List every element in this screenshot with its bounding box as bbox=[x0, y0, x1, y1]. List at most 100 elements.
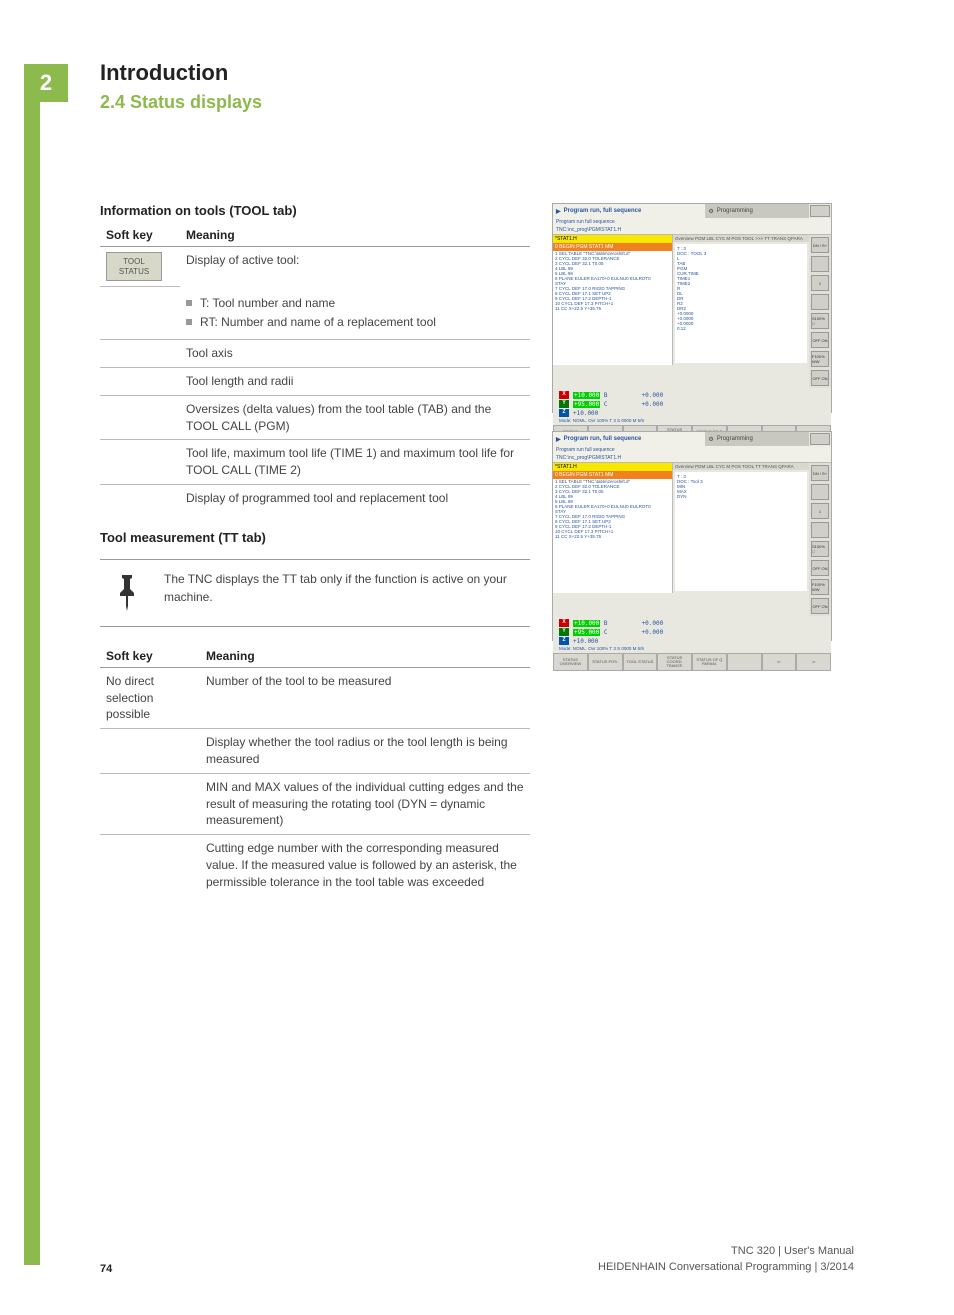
axis-c-val: +0.000 bbox=[642, 401, 664, 408]
ss2-orange: 0 BEGIN PGM STAT1 MM bbox=[553, 471, 672, 479]
tt-row4: Cutting edge number with the correspondi… bbox=[200, 835, 530, 896]
tt-softkey-text: No direct selection possible bbox=[100, 667, 200, 728]
tt-row3: MIN and MAX values of the individual cut… bbox=[200, 773, 530, 834]
page-number: 74 bbox=[100, 1263, 112, 1275]
bottom-softkey[interactable]: TOOL STATUS bbox=[623, 653, 658, 671]
axis-y-val: +95.000 bbox=[573, 401, 600, 408]
row5: Tool life, maximum tool life (TIME 1) an… bbox=[180, 440, 530, 485]
side-softkey[interactable]: OFF ON bbox=[811, 560, 829, 576]
tt-row2: Display whether the tool radius or the t… bbox=[200, 729, 530, 774]
ss2-title-right: Programming bbox=[717, 436, 753, 442]
axis-b-val: +0.000 bbox=[642, 620, 664, 627]
bottom-softkey[interactable] bbox=[727, 653, 762, 671]
side-softkey[interactable]: DN / S+ bbox=[811, 465, 829, 481]
col-meaning: Meaning bbox=[180, 224, 530, 247]
axis-y-label: Y bbox=[559, 400, 569, 408]
chapter-title: Introduction bbox=[100, 60, 854, 86]
side-softkey[interactable]: S100% □ bbox=[811, 313, 829, 329]
side-softkey[interactable] bbox=[811, 484, 829, 500]
col-softkey: Soft key bbox=[100, 645, 200, 668]
bottom-softkey[interactable]: STATUS OF Q PARAM. bbox=[692, 653, 727, 671]
info-line: DYN bbox=[677, 494, 805, 499]
ss1-yellow: *STAT1.H bbox=[553, 235, 672, 243]
ss1-axes: X+10.000 B+0.000 Y+95.000 C+0.000 Z+10.0… bbox=[553, 388, 831, 425]
row1-b2: RT: Number and name of a replacement too… bbox=[200, 314, 436, 331]
side-softkey[interactable]: DN / S+ bbox=[811, 237, 829, 253]
cnc-screenshot-tt: ▶Program run, full sequence ⚙Programming… bbox=[552, 431, 832, 641]
tt-row1: Number of the tool to be measured bbox=[200, 667, 530, 728]
bottom-softkey[interactable]: ⇐ bbox=[762, 653, 797, 671]
pushpin-icon bbox=[104, 570, 150, 616]
tt-tab-table: Soft key Meaning No direct selection pos… bbox=[100, 645, 530, 896]
axis-x-val: +10.000 bbox=[573, 620, 600, 627]
side-softkey[interactable]: 1 bbox=[811, 503, 829, 519]
ss2-bottom-softkeys: STATUS OVERVIEWSTATUS POS.TOOL STATUSSTA… bbox=[553, 653, 831, 671]
ss2-status: Mode: NOML. Ovr 100% T 3 S 0000 M 5/9 bbox=[559, 646, 825, 651]
side-softkey[interactable] bbox=[811, 294, 829, 310]
ss2-subtitle: Program run full sequence bbox=[553, 446, 831, 454]
bottom-softkey[interactable]: STATUS POS. bbox=[588, 653, 623, 671]
side-softkey[interactable] bbox=[811, 256, 829, 272]
section-title: 2.4 Status displays bbox=[100, 92, 854, 113]
ss2-path: TNC:\nc_prog\PGM\STAT1.H bbox=[553, 454, 831, 463]
ss1-side-buttons: DN / S+ 1 S100% □ OFF ON F100% WW OFF ON bbox=[809, 235, 831, 388]
side-softkey[interactable]: 1 bbox=[811, 275, 829, 291]
program-line: 11 CC X+22.5 Y+35.75 bbox=[553, 306, 672, 311]
ss1-program: *STAT1.H 0 BEGIN PGM STAT1 MM 1 SEL TABL… bbox=[553, 235, 673, 365]
axis-z-label: Z bbox=[559, 409, 569, 417]
axis-y-val: +95.000 bbox=[573, 629, 600, 636]
ss1-subtitle: Program run full sequence bbox=[553, 218, 831, 226]
ss2-tabs[interactable]: Overview PGM LBL CYC M POS TOOL TT TRANS… bbox=[673, 463, 809, 470]
ss-header-btn[interactable] bbox=[810, 433, 830, 445]
ss2-axes: X+10.000 B+0.000 Y+95.000 C+0.000 Z+10.0… bbox=[553, 616, 831, 653]
note-text: The TNC displays the TT tab only if the … bbox=[164, 570, 526, 606]
note-box: The TNC displays the TT tab only if the … bbox=[100, 559, 530, 627]
tool-status-softkey[interactable]: TOOL STATUS bbox=[106, 252, 162, 281]
ss2-info: T : 3DOC : Tool 3MINMAXDYN bbox=[675, 472, 807, 591]
side-softkey[interactable] bbox=[811, 522, 829, 538]
play-icon: ▶ bbox=[556, 208, 561, 215]
ss2-yellow: *STAT1.H bbox=[553, 463, 672, 471]
axis-b-val: +0.000 bbox=[642, 392, 664, 399]
axis-x-val: +10.000 bbox=[573, 392, 600, 399]
footer-line1: TNC 320 | User's Manual bbox=[598, 1244, 854, 1259]
tt-tab-heading: Tool measurement (TT tab) bbox=[100, 530, 530, 545]
side-softkey[interactable]: S100% □ bbox=[811, 541, 829, 557]
ss1-title-right: Programming bbox=[717, 208, 753, 214]
info-line: 0:12 bbox=[677, 326, 805, 331]
side-softkey[interactable]: OFF ON bbox=[811, 370, 829, 386]
tool-tab-table: Soft key Meaning TOOL STATUS Display of … bbox=[100, 224, 530, 512]
ss-header-btn[interactable] bbox=[810, 205, 830, 217]
ss1-orange: 0 BEGIN PGM STAT1 MM bbox=[553, 243, 672, 251]
program-line: 11 CC X+22.5 Y+35.75 bbox=[553, 534, 672, 539]
side-softkey[interactable]: F100% WW bbox=[811, 351, 829, 367]
col-meaning: Meaning bbox=[200, 645, 530, 668]
axis-z-label: Z bbox=[559, 637, 569, 645]
bottom-softkey[interactable]: STATUS OVERVIEW bbox=[553, 653, 588, 671]
side-softkey[interactable]: F100% WW bbox=[811, 579, 829, 595]
side-softkey[interactable]: OFF ON bbox=[811, 598, 829, 614]
tool-tab-heading: Information on tools (TOOL tab) bbox=[100, 203, 530, 218]
axis-y-label: Y bbox=[559, 628, 569, 636]
page-footer: 74 TNC 320 | User's Manual HEIDENHAIN Co… bbox=[100, 1244, 854, 1275]
gear-icon: ⚙ bbox=[708, 436, 713, 443]
side-softkey[interactable]: OFF ON bbox=[811, 332, 829, 348]
ss1-tabs[interactable]: Overview PGM LBL CYC M POS TOOL >>> TT T… bbox=[673, 235, 809, 242]
axis-x-label: X bbox=[559, 619, 569, 627]
ss2-side-buttons: DN / S+ 1 S100% □ OFF ON F100% WW OFF ON bbox=[809, 463, 831, 616]
row6: Display of programmed tool and replaceme… bbox=[180, 485, 530, 512]
bottom-softkey[interactable]: ⇒ bbox=[796, 653, 831, 671]
axis-c-val: +0.000 bbox=[642, 629, 664, 636]
ss1-info: T : 3DOC : TOOL 3LTABPGMCUR.TIMETIME1TIM… bbox=[675, 244, 807, 363]
bottom-softkey[interactable]: STATUS COORD. TRANSF. bbox=[657, 653, 692, 671]
play-icon: ▶ bbox=[556, 436, 561, 443]
axis-x-label: X bbox=[559, 391, 569, 399]
chapter-tab: 2 bbox=[24, 64, 68, 102]
ss1-title-left: Program run, full sequence bbox=[564, 208, 642, 214]
row1-b1: T: Tool number and name bbox=[200, 295, 335, 312]
ss1-path: TNC:\nc_prog\PGM\STAT1.H bbox=[553, 226, 831, 235]
axis-z-val: +10.000 bbox=[573, 638, 598, 645]
ss1-status: Mode: NOML. Ovr 100% T 3 S 0000 M 5/9 bbox=[559, 418, 825, 423]
footer-line2: HEIDENHAIN Conversational Programming | … bbox=[598, 1260, 854, 1275]
axis-z-val: +10.000 bbox=[573, 410, 598, 417]
